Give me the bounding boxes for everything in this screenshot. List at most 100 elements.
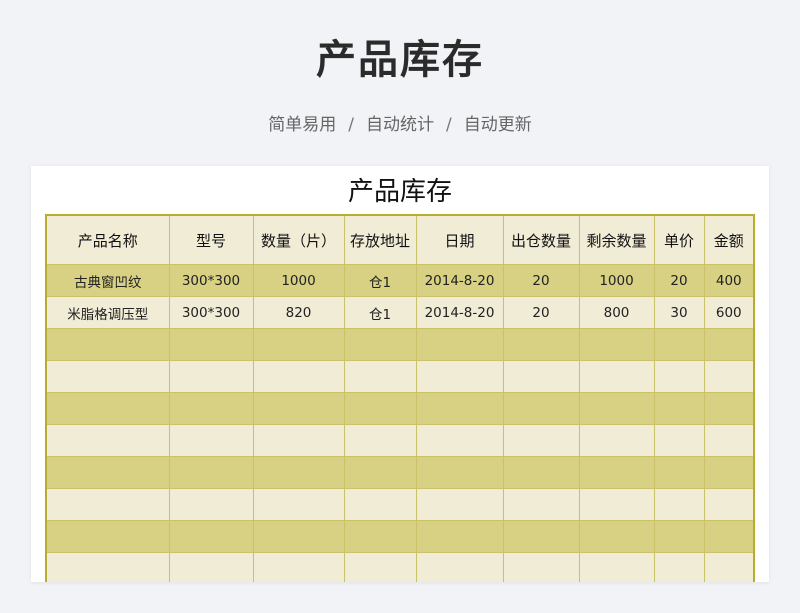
table-cell[interactable] [502, 552, 580, 582]
table-cell[interactable] [653, 488, 705, 521]
table-cell[interactable] [168, 424, 254, 457]
table-cell[interactable]: 仓1 [343, 264, 417, 297]
table-cell[interactable] [168, 488, 254, 521]
table-cell[interactable]: 820 [252, 296, 345, 329]
table-cell[interactable] [653, 520, 705, 553]
table-cell[interactable] [578, 328, 655, 361]
table-cell[interactable] [502, 328, 580, 361]
table-cell[interactable] [45, 552, 170, 582]
table-cell[interactable] [653, 552, 705, 582]
table-cell[interactable] [653, 424, 705, 457]
column-header[interactable]: 数量（片） [252, 214, 345, 265]
table-cell[interactable] [578, 552, 655, 582]
table-cell[interactable]: 20 [653, 264, 705, 297]
table-cell[interactable] [578, 360, 655, 393]
table-cell[interactable] [343, 360, 417, 393]
table-cell[interactable] [502, 520, 580, 553]
table-cell[interactable] [168, 392, 254, 425]
table-cell[interactable] [653, 360, 705, 393]
table-cell[interactable] [252, 456, 345, 489]
table-cell[interactable] [45, 456, 170, 489]
table-cell[interactable]: 300*300 [168, 296, 254, 329]
table-cell[interactable] [703, 360, 755, 393]
table-cell[interactable] [703, 520, 755, 553]
table-cell[interactable] [45, 392, 170, 425]
table-cell[interactable] [343, 552, 417, 582]
table-cell[interactable] [502, 424, 580, 457]
table-cell[interactable] [45, 520, 170, 553]
table-cell[interactable] [343, 392, 417, 425]
table-cell[interactable] [415, 328, 504, 361]
table-cell[interactable] [502, 360, 580, 393]
column-header[interactable]: 单价 [653, 214, 705, 265]
table-cell[interactable] [703, 424, 755, 457]
table-cell[interactable] [252, 424, 345, 457]
table-cell[interactable] [343, 520, 417, 553]
table-cell[interactable] [703, 328, 755, 361]
table-cell[interactable]: 20 [502, 264, 580, 297]
table-cell[interactable] [252, 360, 345, 393]
table-cell[interactable] [45, 488, 170, 521]
table-cell[interactable] [415, 520, 504, 553]
table-cell[interactable]: 600 [703, 296, 755, 329]
table-cell[interactable] [502, 392, 580, 425]
table-cell[interactable] [343, 456, 417, 489]
table-cell[interactable] [343, 488, 417, 521]
table-cell[interactable]: 800 [578, 296, 655, 329]
table-cell[interactable] [653, 392, 705, 425]
column-header[interactable]: 型号 [168, 214, 254, 265]
table-cell[interactable] [502, 488, 580, 521]
column-header[interactable]: 剩余数量 [578, 214, 655, 265]
table-cell[interactable] [252, 520, 345, 553]
table-cell[interactable] [703, 488, 755, 521]
table-cell[interactable] [415, 392, 504, 425]
table-cell[interactable] [45, 360, 170, 393]
table-cell[interactable] [252, 552, 345, 582]
table-cell[interactable] [252, 392, 345, 425]
table-cell[interactable] [415, 360, 504, 393]
table-cell[interactable] [578, 520, 655, 553]
table-cell[interactable] [343, 328, 417, 361]
table-cell[interactable] [415, 424, 504, 457]
table-cell[interactable] [45, 424, 170, 457]
table-cell[interactable]: 2014-8-20 [415, 296, 504, 329]
table-cell[interactable] [252, 488, 345, 521]
table-cell[interactable] [578, 488, 655, 521]
table-cell[interactable] [578, 424, 655, 457]
table-cell[interactable] [168, 520, 254, 553]
table-cell[interactable]: 20 [502, 296, 580, 329]
table-cell[interactable] [653, 328, 705, 361]
table-cell[interactable] [415, 552, 504, 582]
table-cell[interactable]: 1000 [578, 264, 655, 297]
column-header[interactable]: 存放地址 [343, 214, 417, 265]
table-cell[interactable] [168, 328, 254, 361]
table-cell[interactable] [578, 456, 655, 489]
table-cell[interactable]: 仓1 [343, 296, 417, 329]
table-cell[interactable] [653, 456, 705, 489]
table-cell[interactable] [415, 456, 504, 489]
column-header[interactable]: 金额 [703, 214, 755, 265]
table-cell[interactable] [343, 424, 417, 457]
header-row: 产品名称 型号 数量（片） 存放地址 日期 出仓数量 剩余数量 单价 金额 [45, 214, 755, 265]
table-cell[interactable] [415, 488, 504, 521]
column-header[interactable]: 产品名称 [45, 214, 170, 265]
table-cell[interactable]: 400 [703, 264, 755, 297]
table-cell[interactable]: 米脂格调压型 [45, 296, 170, 329]
table-cell[interactable]: 1000 [252, 264, 345, 297]
table-cell[interactable] [703, 552, 755, 582]
table-cell[interactable] [168, 552, 254, 582]
table-cell[interactable] [168, 456, 254, 489]
table-cell[interactable] [703, 392, 755, 425]
table-cell[interactable] [252, 328, 345, 361]
column-header[interactable]: 出仓数量 [502, 214, 580, 265]
table-cell[interactable] [502, 456, 580, 489]
table-cell[interactable]: 2014-8-20 [415, 264, 504, 297]
table-cell[interactable] [703, 456, 755, 489]
table-cell[interactable] [168, 360, 254, 393]
table-cell[interactable]: 300*300 [168, 264, 254, 297]
column-header[interactable]: 日期 [415, 214, 504, 265]
table-cell[interactable] [45, 328, 170, 361]
table-cell[interactable]: 30 [653, 296, 705, 329]
table-cell[interactable]: 古典窗凹纹 [45, 264, 170, 297]
table-cell[interactable] [578, 392, 655, 425]
